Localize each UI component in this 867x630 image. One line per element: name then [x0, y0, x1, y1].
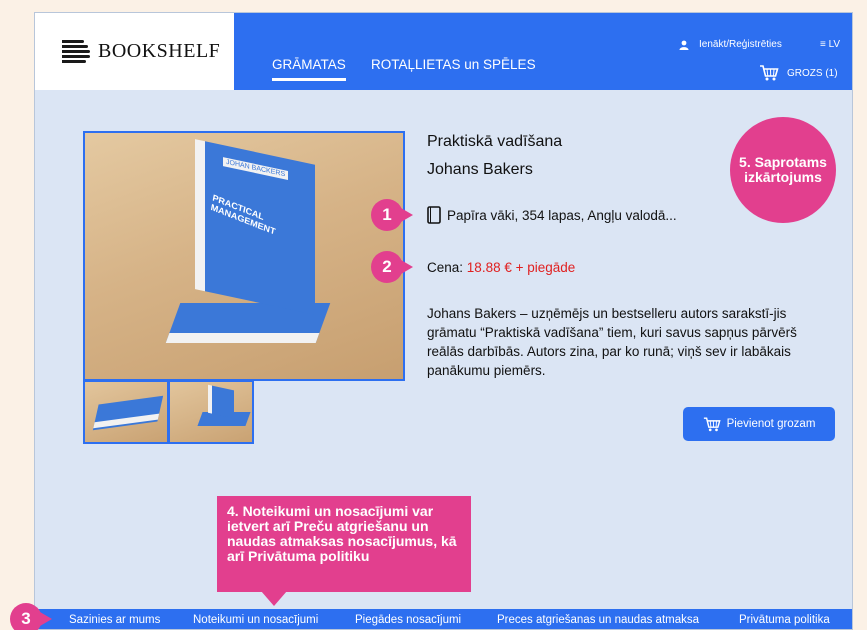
add-to-cart-label: Pievienot grozam: [726, 418, 816, 430]
site-header: BOOKSHELF GRĀMATAS ROTAĻLIETAS un SPĒLES…: [35, 13, 852, 90]
price-value: 18.88 € + piegāde: [466, 260, 576, 275]
page-frame: BOOKSHELF GRĀMATAS ROTAĻLIETAS un SPĒLES…: [34, 12, 853, 630]
annotation-badge-1: 1: [371, 199, 413, 231]
cart-icon: [703, 416, 721, 431]
language-selector[interactable]: ≡ LV: [820, 39, 840, 50]
footer-link-privacy[interactable]: Privātuma politika: [739, 614, 830, 626]
book-cover-text: PRACTICAL MANAGEMENT: [210, 192, 277, 237]
annotation-5-bubble: 5. Saprotams izkārtojums: [730, 117, 836, 223]
site-footer: Sazinies ar mums Noteikumi un nosacījumi…: [35, 609, 852, 629]
logo[interactable]: BOOKSHELF: [35, 13, 234, 90]
cart-button[interactable]: GROZS (1): [759, 65, 838, 81]
product-spec: Papīra vāki, 354 lapas, Angļu valodā...: [427, 206, 677, 224]
footer-link-returns[interactable]: Preces atgriešanas un naudas atmaksa: [497, 614, 699, 626]
tab-books[interactable]: GRĀMATAS: [272, 57, 346, 81]
book-standing: PRACTICAL MANAGEMENT JOHAN BACKERS: [195, 139, 315, 315]
footer-link-delivery[interactable]: Piegādes nosacījumi: [355, 614, 461, 626]
product-title: Praktiskā vadīšana: [427, 133, 563, 150]
user-icon: [679, 40, 689, 50]
footer-link-terms[interactable]: Noteikumi un nosacījumi: [193, 614, 318, 626]
product-thumbnail-1[interactable]: [83, 380, 169, 444]
footer-link-contact[interactable]: Sazinies ar mums: [69, 614, 160, 626]
cart-label: GROZS (1): [787, 67, 838, 79]
nav-bar: GRĀMATAS ROTAĻLIETAS un SPĒLES Ienākt/Re…: [234, 13, 852, 90]
product-price: Cena: 18.88 € + piegāde: [427, 260, 575, 275]
book-format-icon: [427, 206, 441, 224]
book-cover-author: JOHAN BACKERS: [223, 157, 289, 180]
cart-icon: [760, 65, 779, 81]
add-to-cart-button[interactable]: Pievienot grozam: [683, 407, 835, 441]
annotation-4-callout: 4. Noteikumi un nosacījumi var ietvert a…: [217, 496, 471, 606]
product-main-image[interactable]: PRACTICAL MANAGEMENT JOHAN BACKERS: [83, 131, 405, 381]
annotation-badge-2: 2: [371, 251, 413, 283]
product-spec-text: Papīra vāki, 354 lapas, Angļu valodā...: [447, 207, 677, 223]
product-author: Johans Bakers: [427, 161, 533, 178]
product-description: Johans Bakers – uzņēmējs un bestselleru …: [427, 306, 797, 378]
login-link[interactable]: Ienākt/Reģistrēties: [679, 39, 782, 50]
tab-toys-games[interactable]: ROTAĻLIETAS un SPĒLES: [371, 57, 536, 72]
annotation-badge-3: 3: [10, 603, 52, 630]
product-thumbnail-2[interactable]: [168, 380, 254, 444]
price-label: Cena:: [427, 260, 464, 275]
login-label: Ienākt/Reģistrēties: [699, 39, 782, 50]
bookshelf-logo-icon: [62, 38, 92, 66]
logo-text: BOOKSHELF: [98, 40, 221, 62]
